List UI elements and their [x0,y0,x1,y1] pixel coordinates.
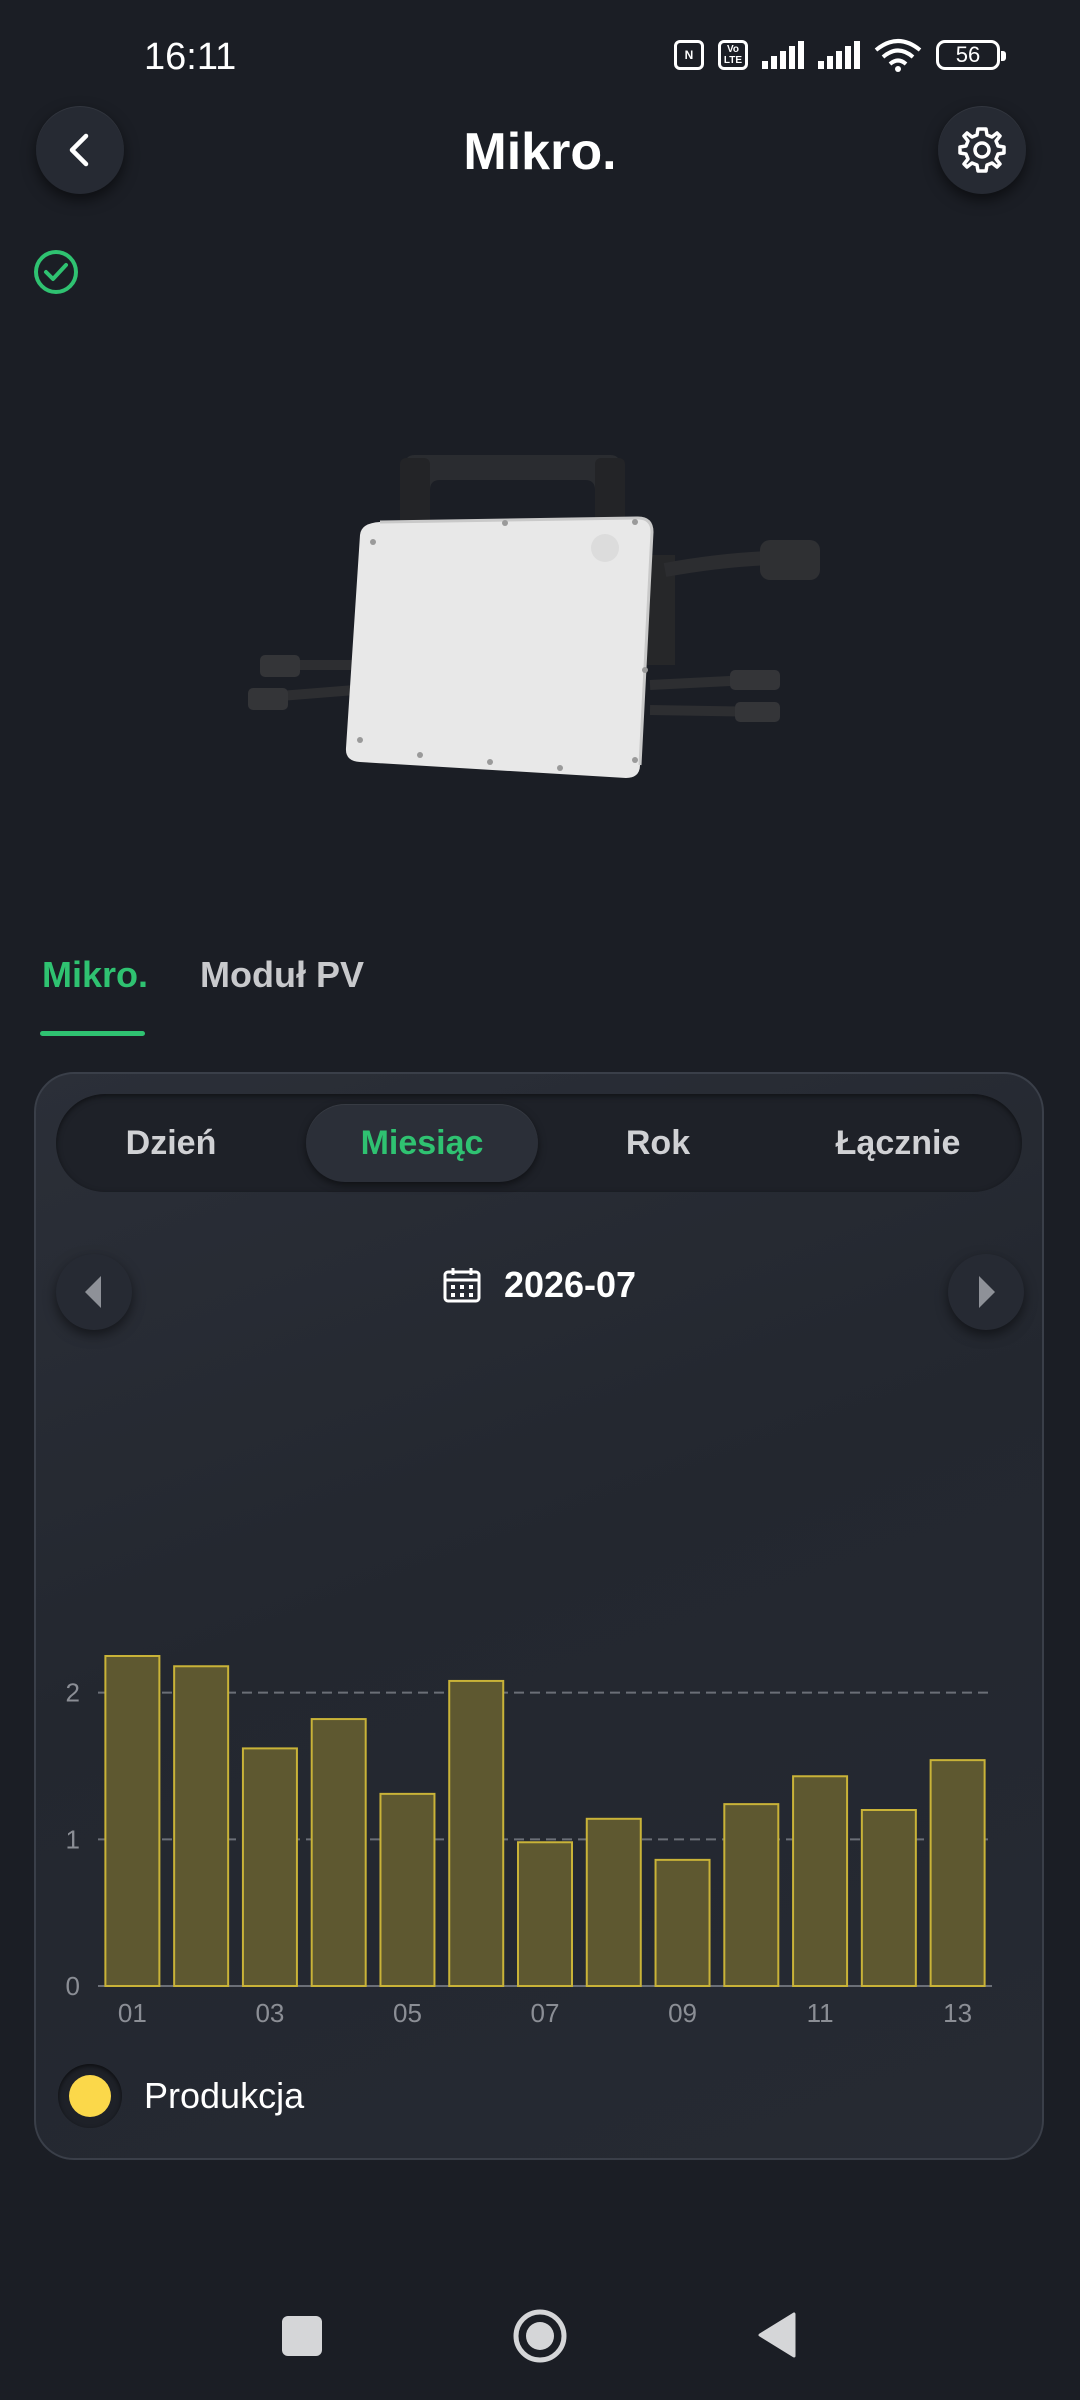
chart-bar [379,1792,436,1987]
nfc-icon: N [674,40,704,70]
chart-bar [517,1841,573,1987]
x-tick-label: 09 [668,1998,697,2028]
battery-icon: 56 [936,40,1006,70]
microinverter-image [248,455,820,778]
system-back-button[interactable] [756,2310,798,2360]
page-title: Mikro. [463,123,617,181]
x-tick-label: 07 [531,1998,560,2028]
status-time: 16:11 [144,36,237,78]
x-tick-label: 03 [255,1998,284,2028]
check-circle-icon [34,250,78,294]
chart-bar [860,1809,917,1987]
x-tick-label: 13 [943,1998,972,2028]
chart-bar [792,1775,849,1987]
chart-bar [173,1665,230,1987]
legend-label: Produkcja [144,2075,305,2116]
production-bar-chart: 01201 03 05 07 09 11 13 [66,1655,992,2028]
chart-bar [104,1655,161,1987]
x-tick-label: 05 [393,1998,422,2028]
chart-bar [585,1817,642,1987]
tab-mikro[interactable]: Mikro. [42,954,148,996]
chart-bar [448,1679,505,1988]
x-tick-label: 01 [118,1998,147,2028]
tab-pv-module[interactable]: Moduł PV [200,954,364,996]
recent-apps-button[interactable] [282,2316,322,2356]
signal-icon [762,41,804,69]
signal-icon-2 [818,41,860,69]
settings-button[interactable] [938,106,1026,194]
status-icons: N Vo LTE 56 [674,38,1006,72]
y-tick-label: 1 [66,1824,80,1854]
production-card: Dzień Miesiąc Rok Łącznie 2026-07 0 1 2 01 0… [34,1072,1044,2160]
legend-swatch [58,2064,122,2128]
tab-indicator [40,1031,145,1036]
chart-bar [929,1759,986,1988]
y-tick-label: 0 [66,1971,80,2001]
x-tick-label: 11 [807,1998,834,2028]
chart-bar [654,1858,711,1987]
battery-level: 56 [955,42,981,67]
wifi-icon [874,39,922,72]
chart-legend: Produkcja [58,2064,304,2128]
volte-icon: Vo LTE [718,40,748,70]
chart-bar [241,1747,298,1988]
y-tick-label: 2 [66,1678,80,1708]
chart-bar [723,1803,780,1988]
chart-bar [310,1718,367,1987]
home-button[interactable] [512,2308,568,2364]
gear-icon [958,127,1006,173]
